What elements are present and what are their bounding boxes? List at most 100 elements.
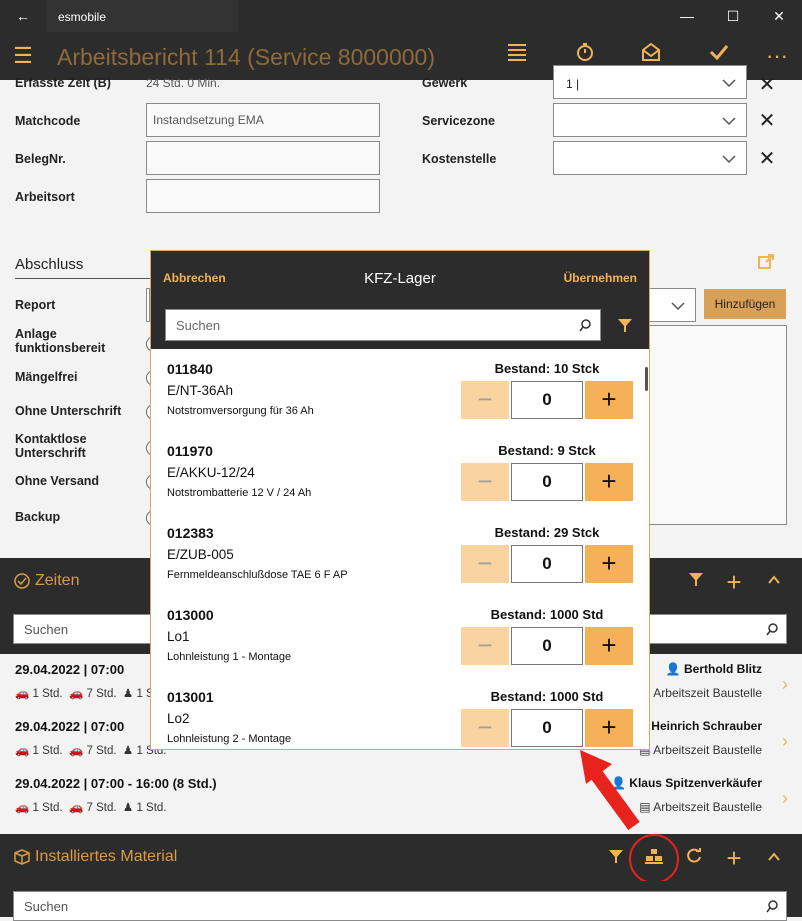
clear-servicezone-icon[interactable]: ✕ <box>756 108 778 133</box>
ohne-unterschrift-label: Ohne Unterschrift <box>15 404 122 418</box>
quantity-input[interactable]: 0 <box>511 709 583 747</box>
increment-button[interactable]: + <box>585 709 633 747</box>
item-code: 012383 <box>167 525 214 541</box>
stock-item: 013001 Lo2 Lohnleistung 2 - Montage Best… <box>151 677 649 759</box>
cancel-button[interactable]: Abbrechen <box>163 271 226 285</box>
item-stock: Bestand: 1000 Std <box>490 689 604 704</box>
item-code: 011970 <box>167 443 213 459</box>
increment-button[interactable]: + <box>585 545 633 583</box>
material-title: Installiertes Material <box>35 848 178 865</box>
chevron-down-icon <box>722 155 736 164</box>
increment-button[interactable]: + <box>585 627 633 665</box>
clear-gewerk-icon[interactable]: ✕ <box>756 72 778 97</box>
item-name: E/NT-36Ah <box>167 383 234 398</box>
quantity-input[interactable]: 0 <box>511 627 583 665</box>
item-description: Fernmeldeanschlußdose TAE 6 F AP <box>167 569 348 581</box>
search-icon <box>579 319 591 332</box>
item-name: E/AKKU-12/24 <box>167 465 255 480</box>
add-icon[interactable]: + <box>714 843 754 874</box>
time-entry-row[interactable]: 29.04.2022 | 07:00 - 16:00 (8 Std.) 🚗 1 … <box>0 770 802 827</box>
back-icon[interactable]: ← <box>0 0 46 32</box>
servicezone-select[interactable] <box>553 103 747 137</box>
anlage-label: Anlage funktionsbereit <box>15 327 106 355</box>
external-link-icon[interactable] <box>758 254 774 275</box>
clock-check-icon <box>14 573 30 589</box>
clear-kostenstelle-icon[interactable]: ✕ <box>756 146 778 171</box>
material-section-header[interactable]: Installiertes Material + <box>0 834 802 881</box>
refresh-icon[interactable] <box>674 847 714 870</box>
minimize-icon[interactable]: — <box>664 0 710 32</box>
kontaktlose-label: Kontaktlose Unterschrift <box>15 432 87 460</box>
quantity-input[interactable]: 0 <box>511 463 583 501</box>
chevron-right-icon[interactable]: › <box>782 674 788 695</box>
chevron-right-icon[interactable]: › <box>782 731 788 752</box>
entry-hours: 🚗 1 Std. 🚗 7 Std. ♟ 1 Std. <box>15 745 167 757</box>
arbeitsort-input[interactable] <box>146 179 380 213</box>
decrement-button[interactable]: − <box>461 545 509 583</box>
annotation-arrow <box>580 750 640 831</box>
close-icon[interactable]: ✕ <box>756 0 802 32</box>
filter-icon[interactable] <box>676 570 716 593</box>
ohne-versand-label: Ohne Versand <box>15 474 100 488</box>
entry-date: 29.04.2022 | 07:00 - 16:00 (8 Std.) <box>15 776 217 791</box>
report-textarea[interactable] <box>648 325 787 525</box>
report-label: Report <box>15 298 56 312</box>
stock-item: 011840 E/NT-36Ah Notstromversorgung für … <box>151 349 649 431</box>
increment-button[interactable]: + <box>585 381 633 419</box>
add-icon[interactable]: + <box>714 567 754 598</box>
dialog-search-input[interactable]: Suchen <box>165 309 601 341</box>
zeiten-title: Zeiten <box>35 572 80 589</box>
hinzufuegen-button[interactable]: Hinzufügen <box>704 289 786 319</box>
matchcode-label: Matchcode <box>15 114 81 128</box>
hamburger-menu-icon[interactable]: ☰ <box>0 32 46 80</box>
gewerk-label: Gewerk <box>422 76 468 90</box>
filter-icon[interactable] <box>617 317 633 333</box>
arbeitsort-label: Arbeitsort <box>15 190 75 204</box>
item-stock: Bestand: 9 Stck <box>498 443 596 458</box>
item-code: 013001 <box>167 689 214 705</box>
quantity-input[interactable]: 0 <box>511 381 583 419</box>
entry-date: 29.04.2022 | 07:00 <box>15 719 125 734</box>
entry-hours: 🚗 1 Std. 🚗 7 Std. ♟ 1 Std. <box>15 688 167 700</box>
gewerk-value: 1 | <box>566 77 580 91</box>
gewerk-select[interactable]: 1 | <box>553 65 747 99</box>
item-stock: Bestand: 29 Stck <box>494 525 600 540</box>
quantity-input[interactable]: 0 <box>511 545 583 583</box>
chevron-down-icon <box>722 117 736 126</box>
accept-button[interactable]: Übernehmen <box>564 271 637 285</box>
item-name: E/ZUB-005 <box>167 547 234 562</box>
servicezone-label: Servicezone <box>422 114 495 128</box>
chevron-down-icon <box>722 79 736 88</box>
matchcode-input[interactable]: Instandsetzung EMA <box>146 103 380 137</box>
item-name: Lo2 <box>167 711 190 726</box>
backup-label: Backup <box>15 510 61 524</box>
dialog-scrollbar[interactable] <box>645 367 648 391</box>
stock-item: 011970 E/AKKU-12/24 Notstrombatterie 12 … <box>151 431 649 513</box>
belegnr-input[interactable] <box>146 141 380 175</box>
collapse-icon[interactable] <box>754 847 794 870</box>
decrement-button[interactable]: − <box>461 709 509 747</box>
entry-type: ▤ Arbeitszeit Baustelle <box>639 800 762 814</box>
maximize-icon[interactable]: ☐ <box>710 0 756 32</box>
decrement-button[interactable]: − <box>461 381 509 419</box>
kostenstelle-label: Kostenstelle <box>422 152 497 166</box>
maengelfrei-label: Mängelfrei <box>15 370 78 384</box>
decrement-button[interactable]: − <box>461 463 509 501</box>
item-description: Notstrombatterie 12 V / 24 Ah <box>167 487 312 499</box>
decrement-button[interactable]: − <box>461 627 509 665</box>
material-search-area: Suchen <box>0 881 802 921</box>
kostenstelle-select[interactable] <box>553 141 747 175</box>
increment-button[interactable]: + <box>585 463 633 501</box>
chevron-right-icon[interactable]: › <box>782 788 788 809</box>
search-icon <box>766 900 778 913</box>
item-description: Notstromversorgung für 36 Ah <box>167 405 314 417</box>
window-titlebar: ← esmobile — ☐ ✕ <box>0 0 802 32</box>
list-icon[interactable] <box>494 32 540 80</box>
page-title: Arbeitsbericht 114 (Service 8000000) <box>57 44 436 70</box>
report-select[interactable] <box>648 288 696 322</box>
item-code: 011840 <box>167 361 213 377</box>
collapse-icon[interactable] <box>754 570 794 593</box>
entry-type: ▤ Arbeitszeit Baustelle <box>639 686 762 700</box>
item-stock: Bestand: 10 Stck <box>494 361 600 376</box>
erfasste-zeit-value: 24 Std. 0 Min. <box>146 76 221 90</box>
